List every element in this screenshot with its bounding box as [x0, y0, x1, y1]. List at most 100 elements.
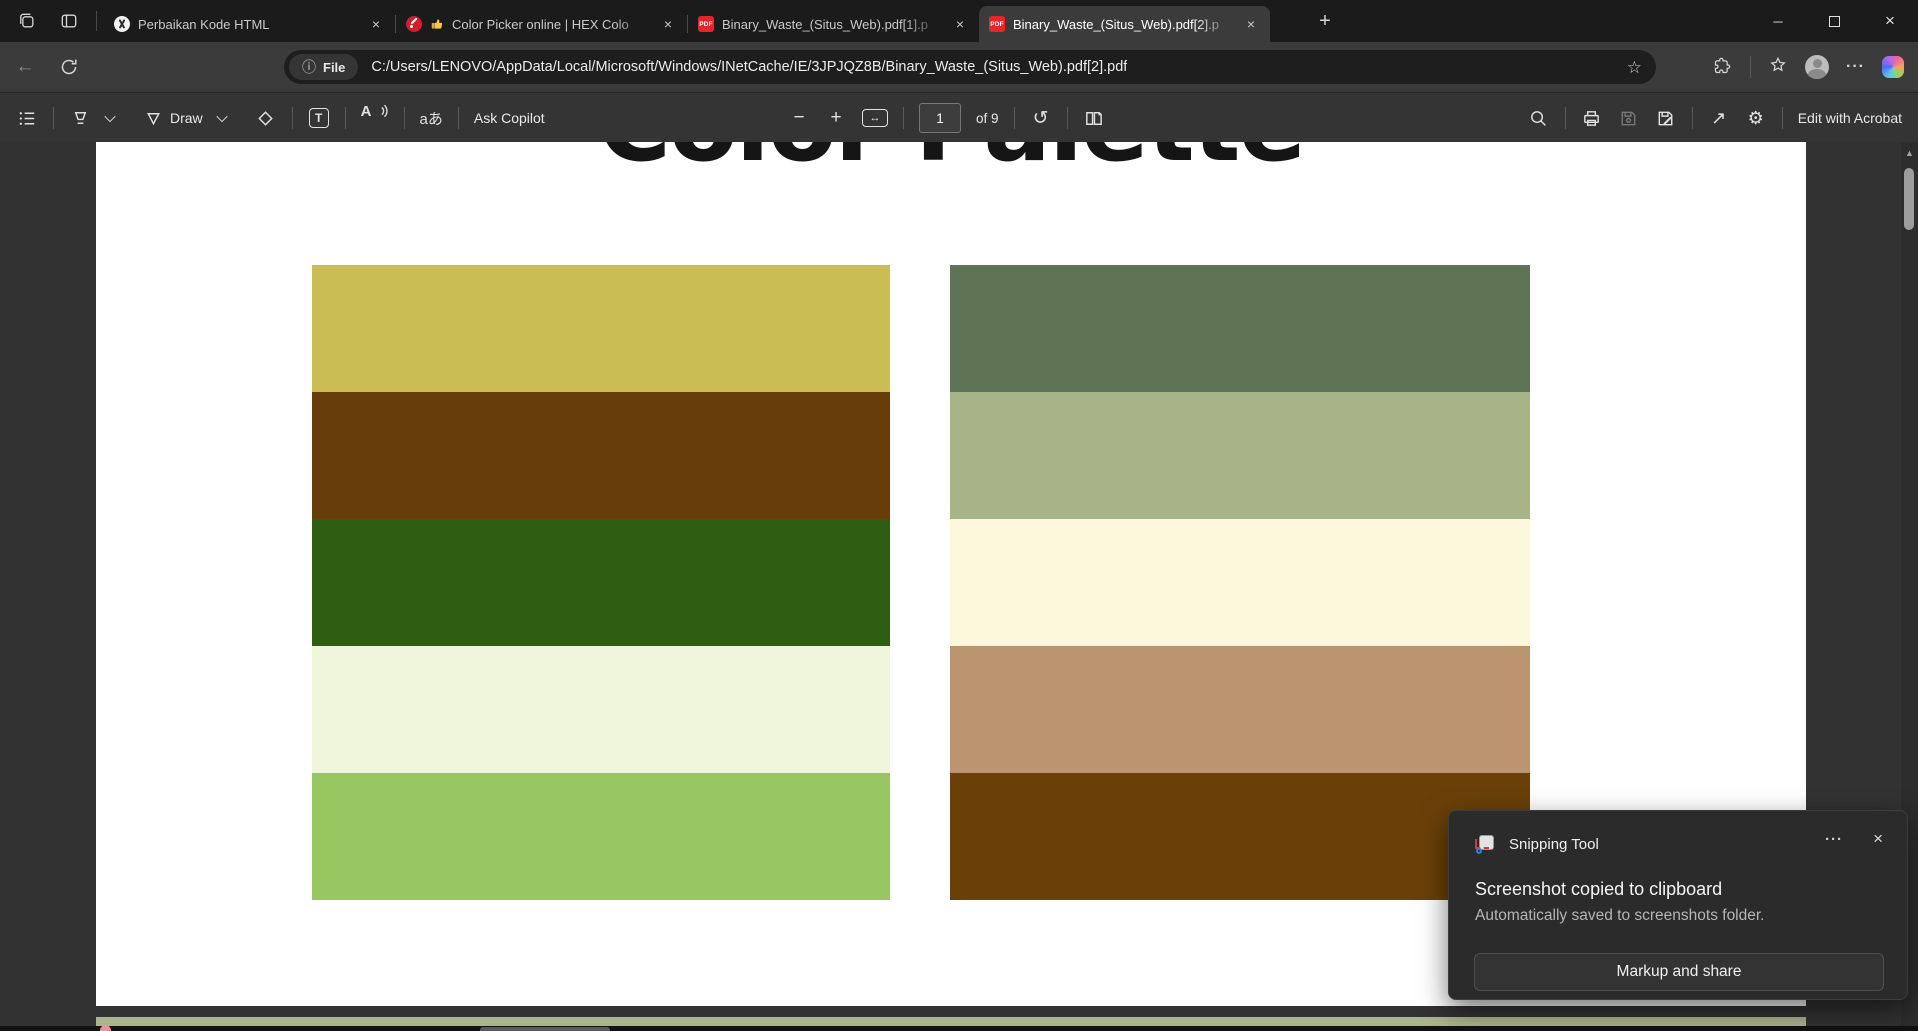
highlight-tool-button[interactable]: [69, 103, 91, 133]
table-of-contents-icon[interactable]: [16, 103, 38, 133]
address-url-field[interactable]: ⓘ File C:/Users/LENOVO/AppData/Local/Mic…: [284, 50, 1656, 84]
taskbar-pill: [480, 1027, 610, 1031]
tab-pdf-2-active[interactable]: PDF Binary_Waste_(Situs_Web).pdf[2].p ×: [979, 6, 1270, 42]
tab-strip: Perbaikan Kode HTML × Color Picker onlin…: [104, 6, 1270, 42]
tab-close-icon[interactable]: ×: [659, 15, 677, 33]
divider: [96, 11, 97, 31]
notification-menu-icon[interactable]: ···: [1825, 831, 1843, 848]
document-title: Color Palette: [96, 142, 1806, 176]
url-text: C:/Users/LENOVO/AppData/Local/Microsoft/…: [371, 59, 1127, 75]
tab-perbaikan-kode-html[interactable]: Perbaikan Kode HTML ×: [104, 6, 395, 42]
copilot-icon[interactable]: [1882, 56, 1904, 78]
pdf-toolbar: Draw T A aあ Ask Copilot − + ↔ 1 of 9: [0, 92, 1918, 142]
tab-close-icon[interactable]: ×: [367, 15, 385, 33]
save-as-icon[interactable]: [1655, 103, 1677, 133]
color-swatch-right: [950, 519, 1530, 646]
info-icon: ⓘ: [302, 57, 316, 77]
tab-title: Binary_Waste_(Situs_Web).pdf[1].p: [722, 17, 943, 32]
scrollbar-thumb[interactable]: [1904, 168, 1914, 230]
edit-with-acrobat-button[interactable]: Edit with Acrobat: [1798, 103, 1902, 133]
add-text-button[interactable]: T: [308, 103, 330, 133]
notification-title: Screenshot copied to clipboard: [1475, 879, 1722, 900]
zoom-out-button[interactable]: −: [788, 103, 810, 133]
zoom-in-button[interactable]: +: [825, 103, 847, 133]
tab-color-picker[interactable]: Color Picker online | HEX Colo ×: [396, 6, 687, 42]
divider: [345, 107, 346, 129]
taskbar-dot: [100, 1025, 111, 1031]
palette-column-left: [312, 265, 890, 900]
notification-close-icon[interactable]: ×: [1873, 829, 1883, 849]
favorites-icon[interactable]: [1768, 55, 1788, 80]
color-swatch-left: [312, 519, 890, 646]
rotate-button[interactable]: ↺: [1030, 103, 1052, 133]
divider: [1565, 107, 1566, 129]
read-aloud-button[interactable]: A: [361, 103, 389, 133]
fit-to-width-button[interactable]: ↔: [862, 103, 888, 133]
erase-tool-button[interactable]: [255, 103, 277, 133]
notification-subtitle: Automatically saved to screenshots folde…: [1475, 907, 1764, 925]
page-count-label: of 9: [976, 111, 999, 126]
color-swatch-left: [312, 646, 890, 773]
print-icon[interactable]: [1581, 103, 1603, 133]
color-swatch-right: [950, 392, 1530, 519]
scheme-chip[interactable]: ⓘ File: [289, 54, 358, 80]
notification-app-name: Snipping Tool: [1509, 836, 1599, 853]
tab-title: Color Picker online | HEX Colo: [452, 17, 651, 32]
snipping-tool-icon: [1475, 833, 1497, 855]
favorite-star-icon[interactable]: ☆: [1627, 58, 1642, 78]
thumbs-up-emoji-icon: [430, 17, 444, 31]
divider: [903, 107, 904, 129]
browser-window: Perbaikan Kode HTML × Color Picker onlin…: [0, 0, 1918, 1031]
minimize-button[interactable]: ─: [1750, 0, 1806, 42]
translate-button[interactable]: aあ: [420, 103, 443, 133]
tab-close-icon[interactable]: ×: [951, 15, 969, 33]
color-swatch-right: [950, 265, 1530, 392]
close-window-button[interactable]: ×: [1862, 0, 1918, 42]
search-icon[interactable]: [1528, 103, 1550, 133]
color-swatch-right: [950, 773, 1530, 900]
draw-label: Draw: [170, 110, 203, 126]
new-tab-button[interactable]: +: [1312, 8, 1338, 34]
tab-pdf-1[interactable]: PDF Binary_Waste_(Situs_Web).pdf[1].p ×: [688, 6, 979, 42]
file-scheme-label: File: [323, 60, 345, 75]
chatgpt-favicon-icon: [114, 16, 130, 32]
settings-gear-icon[interactable]: ⚙: [1745, 103, 1767, 133]
divider: [458, 107, 459, 129]
address-bar-row: ← ⓘ File C:/Users/LENOVO/AppData/Local/M…: [0, 42, 1918, 92]
pdf-page-2-preview: [96, 1017, 1806, 1026]
browser-menu-icon[interactable]: ···: [1846, 58, 1865, 76]
divider: [404, 107, 405, 129]
divider: [1782, 107, 1783, 129]
tab-bar: Perbaikan Kode HTML × Color Picker onlin…: [0, 0, 1918, 42]
color-swatch-left: [312, 773, 890, 900]
palette-column-right: [950, 265, 1530, 900]
restore-button[interactable]: [1806, 0, 1862, 42]
back-button[interactable]: ←: [12, 54, 38, 80]
color-picker-favicon-icon: [406, 16, 422, 32]
chevron-down-icon[interactable]: [216, 111, 227, 122]
vertical-tabs-icon[interactable]: [56, 8, 82, 34]
divider: [292, 107, 293, 129]
tab-title: Binary_Waste_(Situs_Web).pdf[2].p: [1013, 17, 1234, 32]
divider: [1067, 107, 1068, 129]
profile-avatar[interactable]: [1805, 55, 1829, 79]
ask-copilot-button[interactable]: Ask Copilot: [474, 103, 545, 133]
extensions-icon[interactable]: [1713, 55, 1733, 80]
scroll-up-arrow-icon[interactable]: ▲: [1901, 148, 1918, 158]
page-view-button[interactable]: [1083, 103, 1105, 133]
divider: [1014, 107, 1015, 129]
color-swatch-left: [312, 265, 890, 392]
tab-close-icon[interactable]: ×: [1242, 15, 1260, 33]
fullscreen-icon[interactable]: ↗: [1708, 103, 1730, 133]
markup-and-share-button[interactable]: Markup and share: [1474, 953, 1884, 991]
snipping-tool-notification: Snipping Tool ··· × Screenshot copied to…: [1448, 810, 1908, 1000]
color-swatch-left: [312, 392, 890, 519]
draw-tool-button[interactable]: Draw: [143, 103, 203, 133]
workspaces-icon[interactable]: [14, 8, 40, 34]
divider: [1750, 56, 1751, 78]
chevron-down-icon[interactable]: [104, 111, 115, 122]
refresh-button[interactable]: [56, 54, 82, 80]
page-number-input[interactable]: 1: [919, 103, 961, 133]
bottom-edge-bar: [0, 1026, 1918, 1031]
tab-title: Perbaikan Kode HTML: [138, 17, 359, 32]
